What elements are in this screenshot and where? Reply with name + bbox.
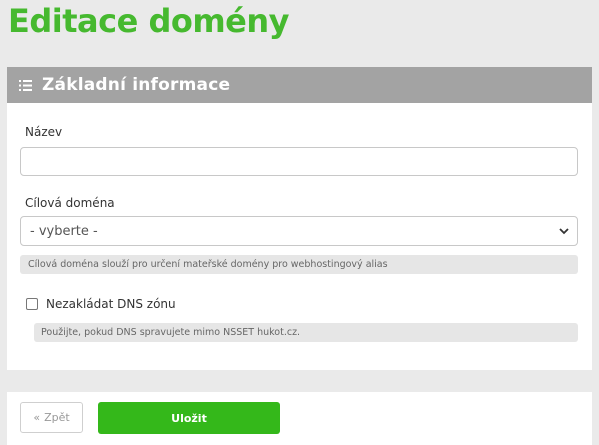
no-dns-zone-help: Použijte, pokud DNS spravujete mimo NSSE…	[34, 323, 578, 342]
name-input[interactable]	[20, 147, 578, 176]
form-footer: « Zpět Uložit	[7, 392, 592, 445]
target-domain-select[interactable]: - vyberte -	[20, 216, 578, 246]
list-icon	[19, 79, 32, 91]
back-button-label: Zpět	[44, 411, 70, 424]
target-domain-selected-value: - vyberte -	[30, 223, 98, 239]
panel-title: Základní informace	[42, 75, 231, 95]
basic-info-panel: Základní informace Název Cílová doména -…	[7, 67, 592, 370]
no-dns-zone-row[interactable]: Nezakládat DNS zónu	[26, 297, 176, 311]
chevron-down-icon	[559, 227, 569, 234]
name-label: Název	[25, 125, 63, 139]
no-dns-zone-label[interactable]: Nezakládat DNS zónu	[46, 297, 176, 311]
save-button-label: Uložit	[171, 411, 207, 425]
double-chevron-left-icon: «	[33, 411, 41, 424]
save-button[interactable]: Uložit	[98, 402, 280, 434]
target-domain-help: Cílová doména slouží pro určení mateřské…	[20, 255, 578, 274]
page-title: Editace domény	[8, 2, 290, 40]
panel-header: Základní informace	[7, 67, 592, 103]
target-domain-label: Cílová doména	[25, 196, 115, 210]
back-button[interactable]: « Zpět	[20, 402, 83, 433]
no-dns-zone-checkbox[interactable]	[26, 298, 38, 310]
